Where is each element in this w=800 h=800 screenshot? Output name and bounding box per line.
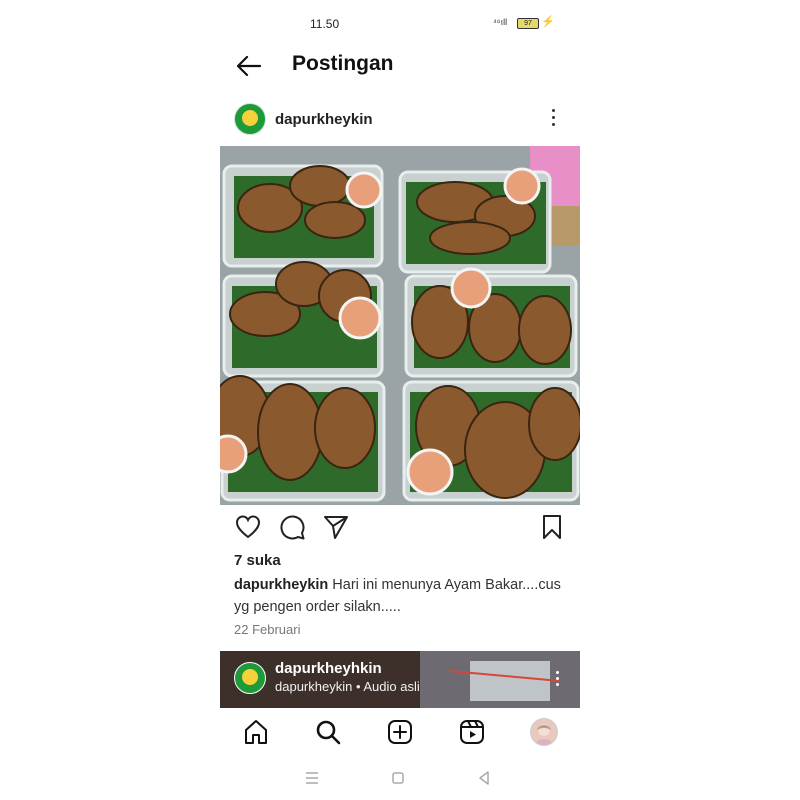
add-icon[interactable] [386,718,414,746]
post-caption: dapurkheykin Hari ini menunya Ayam Bakar… [234,574,564,618]
send-icon[interactable] [322,513,350,541]
profile-avatar[interactable] [530,718,558,746]
system-nav-bar [220,762,580,794]
arrow-left-icon[interactable] [234,53,262,79]
audio-label[interactable]: dapurkheykin • Audio asli [275,679,420,694]
more-vertical-icon[interactable] [554,671,560,691]
post-date: 22 Februari [234,622,301,637]
like-count[interactable]: 7 suka [234,552,281,569]
menu-icon[interactable] [302,768,322,788]
status-bar: 11.50 ⁴⁶ıll 97 ⚡ [220,14,580,34]
home-square-icon[interactable] [388,768,408,788]
post-username[interactable]: dapurkheykin [275,111,373,128]
next-post-preview[interactable]: dapurkheyhkin dapurkheykin • Audio asli [220,651,580,708]
search-icon[interactable] [314,718,342,746]
avatar[interactable] [234,662,266,694]
bottom-tab-bar [220,708,580,756]
avatar[interactable] [234,103,266,135]
comment-icon[interactable] [278,513,306,541]
reels-icon[interactable] [458,718,486,746]
signal-icon: ⁴⁶ıll [493,17,508,27]
post-actions [220,513,580,545]
instagram-post-screen: 11.50 ⁴⁶ıll 97 ⚡ Postingan dapurkheykin [220,0,580,800]
caption-username[interactable]: dapurkheykin [234,577,328,593]
heart-icon[interactable] [234,513,262,541]
battery-icon: 97 [517,18,539,29]
status-time: 11.50 [310,17,340,31]
post-image[interactable] [220,146,580,505]
bolt-icon: ⚡ [541,16,555,28]
back-triangle-icon[interactable] [474,768,494,788]
home-icon[interactable] [242,718,270,746]
more-vertical-icon[interactable] [550,109,556,131]
next-post-username[interactable]: dapurkheyhkin [275,660,382,677]
bookmark-icon[interactable] [538,513,566,541]
top-header: Postingan [220,44,580,88]
page-title: Postingan [292,52,394,75]
post-header: dapurkheykin [220,100,580,140]
